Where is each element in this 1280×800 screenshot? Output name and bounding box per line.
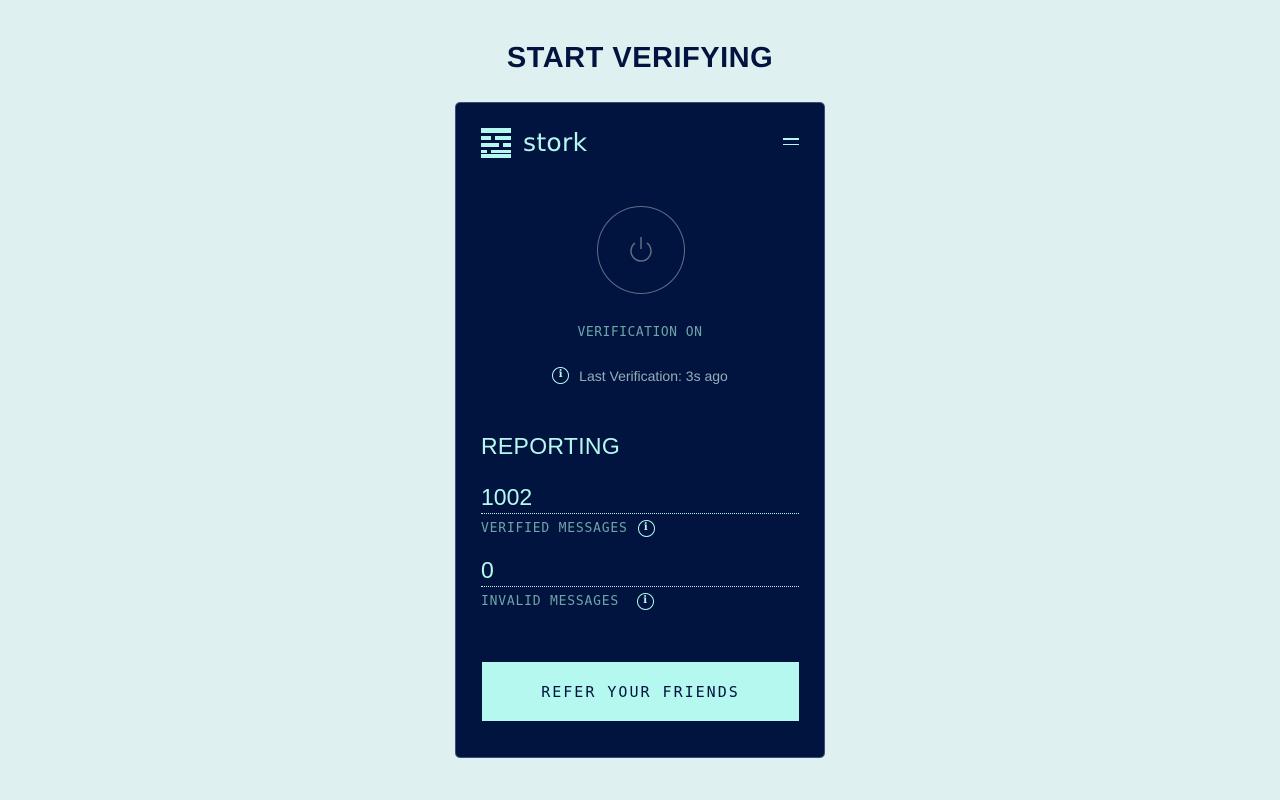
- invalid-messages-metric: 0 INVALID MESSAGES i: [481, 556, 799, 610]
- verification-status: VERIFICATION ON: [577, 325, 703, 340]
- stork-logo-icon: [481, 128, 511, 158]
- power-toggle-button[interactable]: [597, 206, 685, 294]
- hamburger-menu-icon[interactable]: [783, 138, 799, 150]
- info-icon[interactable]: i: [552, 367, 570, 384]
- refer-friends-button[interactable]: REFER YOUR FRIENDS: [482, 662, 799, 721]
- page-title: START VERIFYING: [506, 42, 774, 74]
- info-icon[interactable]: i: [637, 593, 655, 610]
- invalid-messages-value: 0: [481, 556, 799, 587]
- power-icon: [630, 237, 652, 262]
- extension-panel: stork VERIFICATION ON i Last Verificatio…: [455, 102, 825, 758]
- header: stork: [481, 128, 799, 160]
- verified-messages-value: 1002: [481, 483, 799, 514]
- last-verification-text: Last Verification: 3s ago: [579, 367, 728, 384]
- last-verification: i Last Verification: 3s ago: [456, 367, 824, 384]
- reporting-title: REPORTING: [481, 433, 621, 459]
- verified-messages-metric: 1002 VERIFIED MESSAGES i: [481, 483, 799, 537]
- verified-messages-label-row: VERIFIED MESSAGES i: [481, 520, 799, 537]
- invalid-messages-label-row: INVALID MESSAGES i: [481, 593, 799, 610]
- verified-messages-label: VERIFIED MESSAGES: [481, 521, 628, 536]
- info-icon[interactable]: i: [637, 520, 655, 537]
- invalid-messages-label: INVALID MESSAGES: [481, 594, 620, 609]
- brand-name: stork: [523, 128, 588, 157]
